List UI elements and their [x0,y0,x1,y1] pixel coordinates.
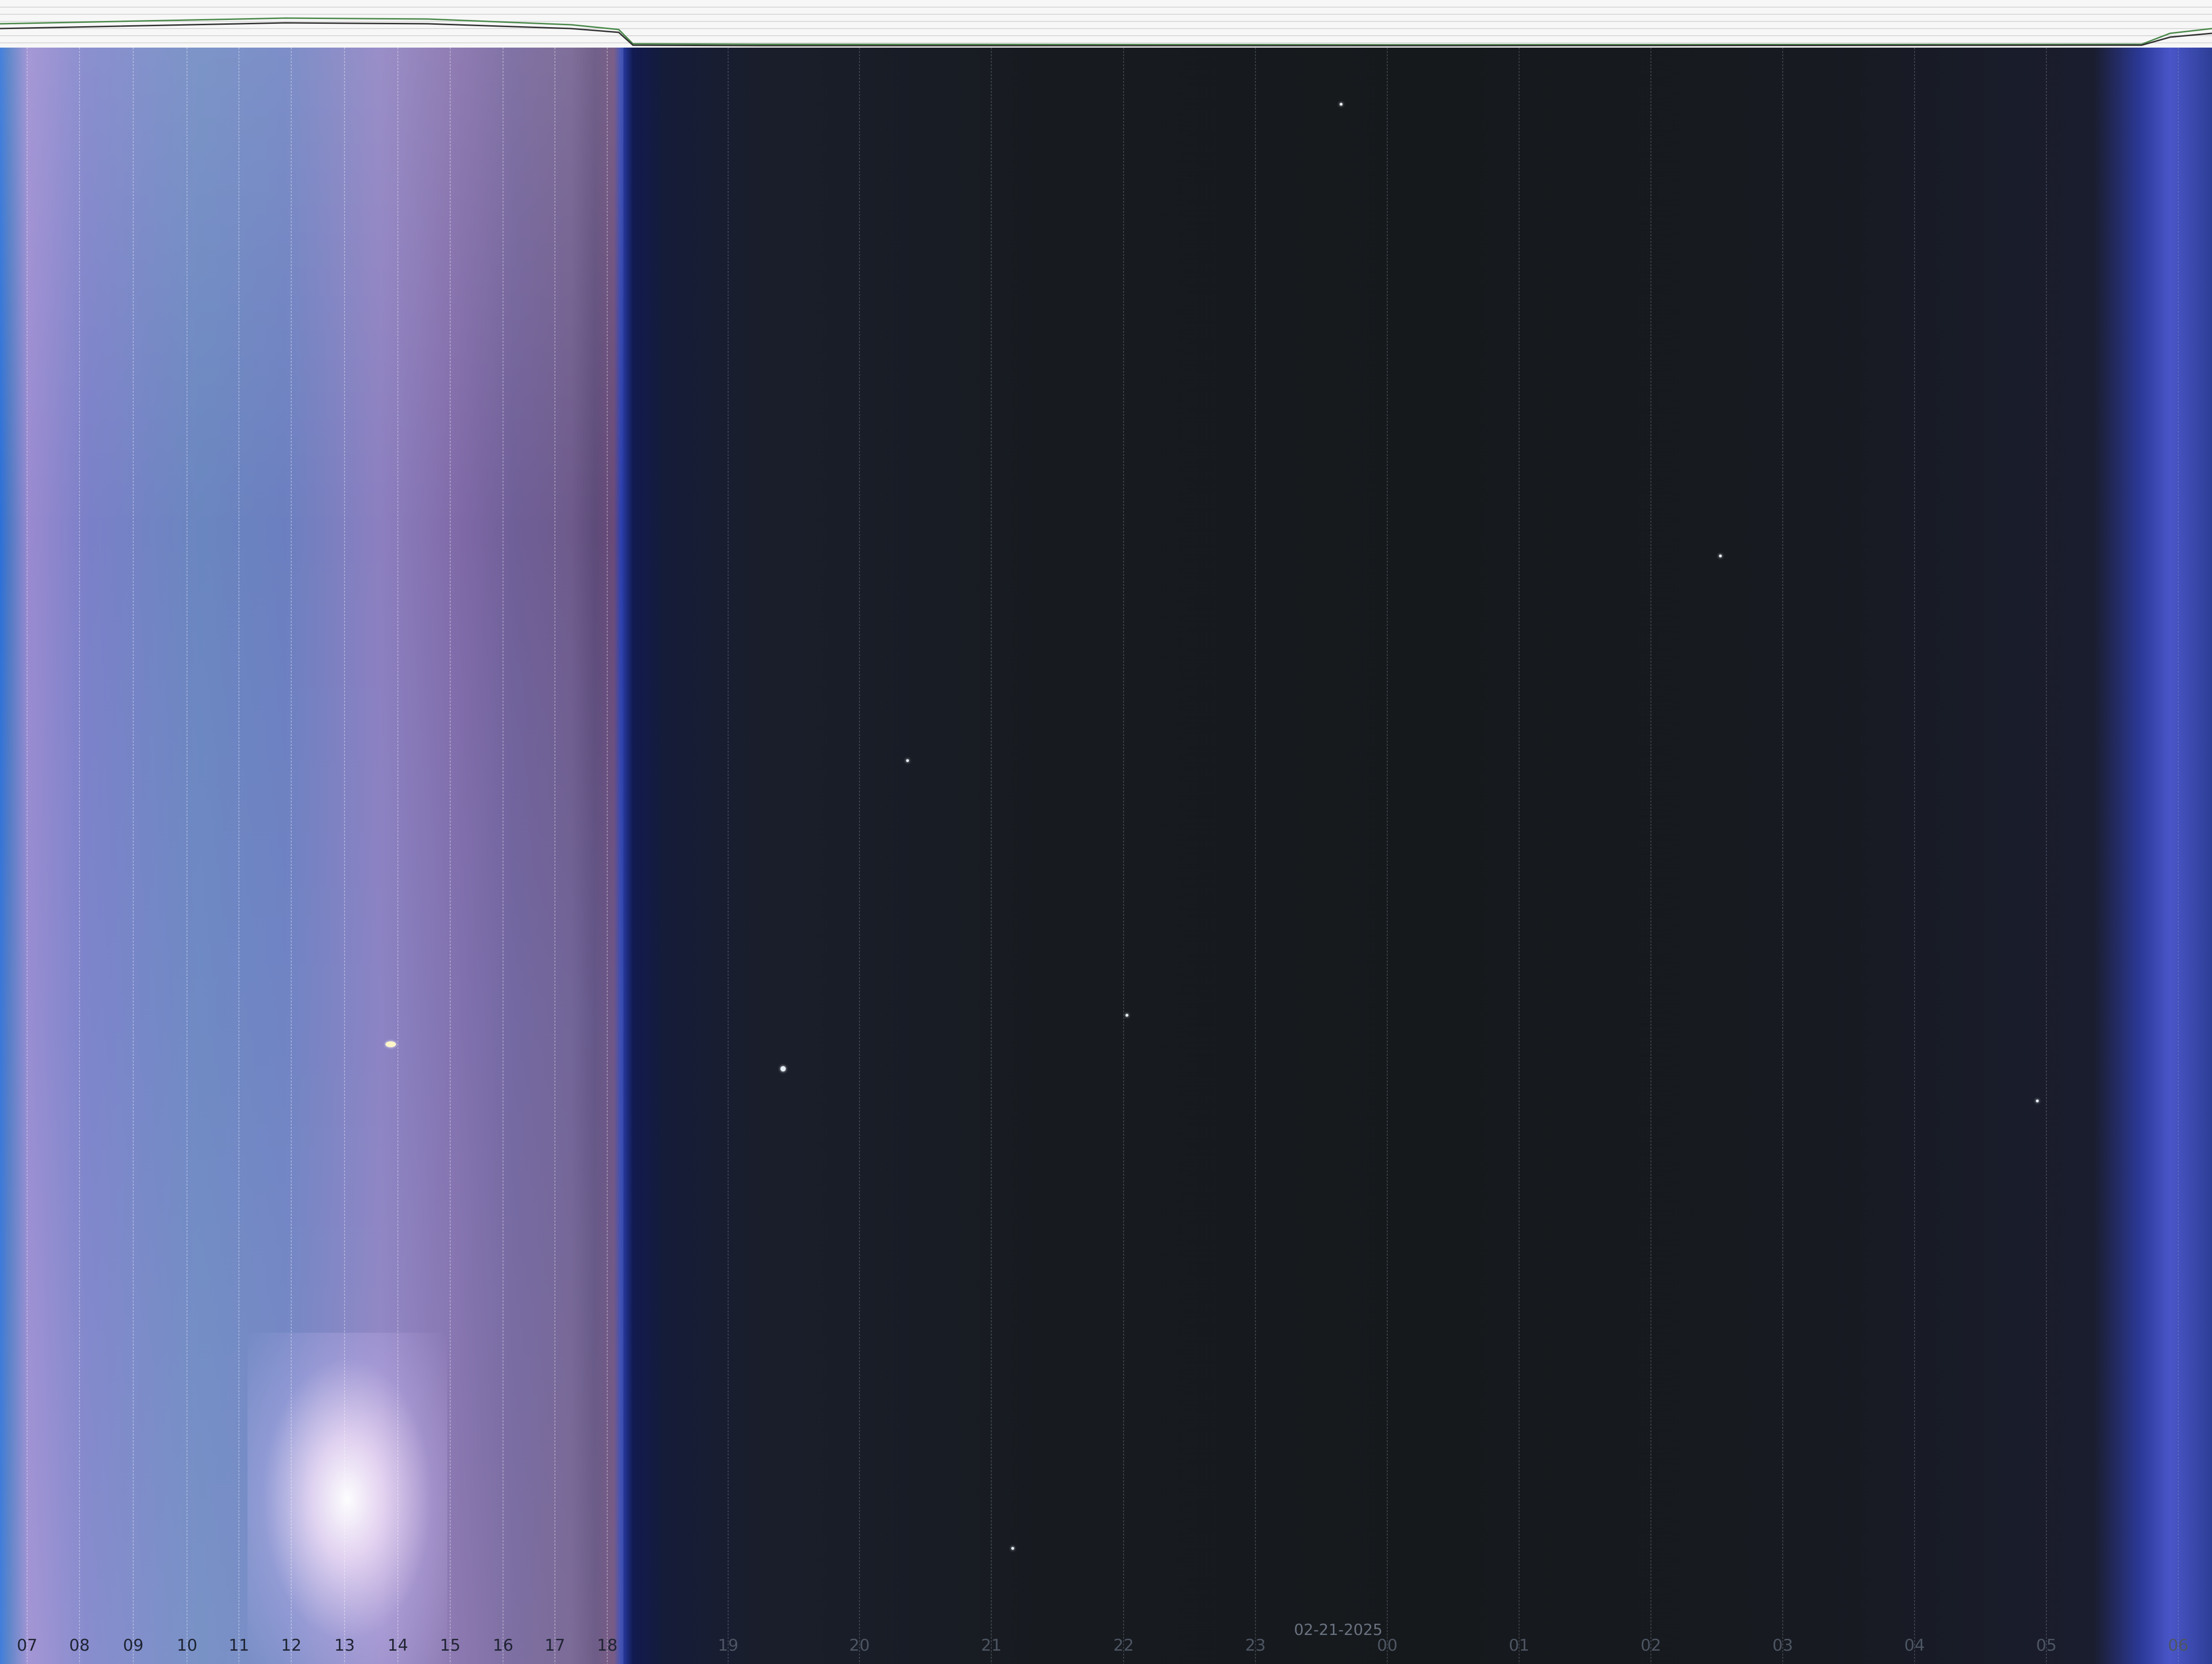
hour-label: 15 [440,1636,461,1655]
hour-label: 21 [981,1636,1002,1655]
hour-grid [27,48,2179,1664]
brightness-curve-dark [0,22,2212,47]
hour-label: 02 [1640,1636,1661,1655]
hour-label: 09 [123,1636,144,1655]
keogram-image: 07 08 09 10 11 12 13 14 15 16 17 18 19 20 21 22 23 00 01 02… [0,48,2212,1664]
hour-label: 16 [493,1636,514,1655]
hour-label: 10 [177,1636,198,1655]
hour-label: 14 [387,1636,408,1655]
hour-label: 08 [69,1636,90,1655]
hour-label: 18 [597,1636,618,1655]
hour-label: 11 [228,1636,249,1655]
hour-label: 13 [334,1636,355,1655]
hour-label: 05 [2036,1636,2057,1655]
hour-label: 04 [1904,1636,1925,1655]
brightness-graph [0,7,2212,47]
hour-label: 12 [281,1636,302,1655]
hour-label: 19 [718,1636,739,1655]
hour-label: 07 [17,1636,38,1655]
brightness-curve-green [0,17,2212,46]
hour-label: 03 [1772,1636,1793,1655]
hour-label: 01 [1509,1636,1530,1655]
hour-label: 20 [849,1636,870,1655]
hour-label: 17 [544,1636,565,1655]
date-label: 02-21-2025 [1294,1621,1382,1639]
hour-label: 23 [1245,1636,1266,1655]
hour-label: 00 [1377,1636,1398,1655]
brightness-graph-strip [0,0,2212,48]
hour-label: 06 [2168,1636,2189,1655]
hour-label: 22 [1113,1636,1134,1655]
